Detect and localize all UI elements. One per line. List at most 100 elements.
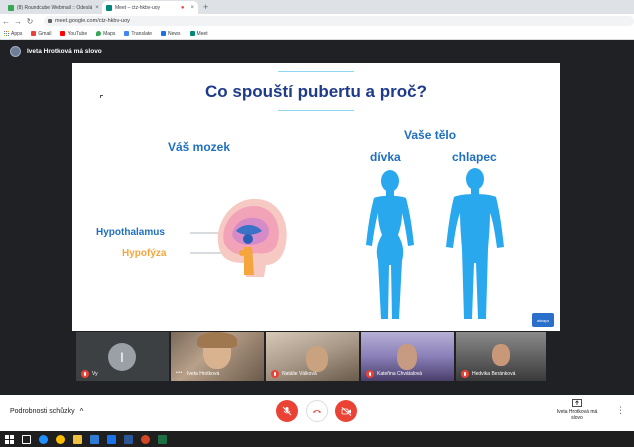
mic-off-icon — [461, 370, 469, 378]
task-view-icon[interactable] — [22, 434, 31, 444]
participant-name: Natálie Válková — [282, 371, 317, 377]
address-toolbar: ← → ↻ meet.google.com/ctz-hkbv-uoy — [0, 14, 634, 28]
participant-video-face — [397, 344, 417, 370]
browser-tab-strip: (8) Roundcube Webmail :: Odeslá × Meet –… — [0, 0, 634, 14]
presentation-slide: Co spouští pubertu a proč? Váš mozek Vaš… — [72, 63, 560, 331]
excel-icon[interactable] — [158, 434, 167, 444]
participant-tile-natalie[interactable]: Natálie Válková — [266, 332, 359, 381]
presenting-button[interactable]: Iveta Hrotková má slovo — [552, 399, 602, 421]
brand-text: always — [536, 317, 550, 323]
meet-icon — [106, 4, 112, 11]
bookmark-youtube[interactable]: YouTube — [60, 31, 87, 37]
file-explorer-icon[interactable] — [73, 434, 82, 444]
mail-icon[interactable] — [107, 434, 116, 444]
os-taskbar — [0, 431, 634, 447]
bookmark-apps[interactable]: Apps — [4, 31, 22, 37]
always-logo: always — [532, 313, 554, 327]
news-icon — [161, 31, 167, 36]
meeting-details-button[interactable]: Podrobnosti schůzky ^ — [10, 407, 83, 416]
reload-icon[interactable]: ↻ — [24, 17, 36, 26]
bookmark-news[interactable]: News — [161, 31, 181, 37]
boy-label: chlapec — [452, 150, 497, 164]
participant-name: Vy — [92, 371, 98, 377]
participant-tile-hedvika[interactable]: Hedvika Beránková — [456, 332, 546, 381]
girl-silhouette — [366, 170, 414, 319]
leave-call-button[interactable] — [306, 400, 328, 422]
presenter-name: Iveta Hrotková má slovo — [27, 48, 102, 55]
edge-icon[interactable] — [39, 434, 48, 444]
boy-silhouette — [446, 168, 504, 319]
chrome-icon[interactable] — [56, 434, 65, 444]
word-icon[interactable] — [124, 434, 133, 444]
lock-icon — [48, 19, 52, 23]
tab-meet[interactable]: Meet – ctz-hkbv-uoy ● × — [102, 1, 198, 14]
bookmark-label: Maps — [103, 30, 116, 37]
speaking-indicator: ••• — [176, 370, 183, 376]
decor-line-bottom — [278, 110, 354, 111]
avatar — [10, 46, 21, 57]
present-screen-icon — [572, 399, 582, 407]
close-icon[interactable]: × — [95, 5, 99, 11]
gmail-icon — [31, 31, 37, 36]
bookmark-label: YouTube — [67, 30, 88, 37]
more-options-icon[interactable]: ⋮ — [616, 405, 625, 416]
bookmark-label: News — [168, 30, 181, 37]
participant-name: Iveta Hrotková — [187, 371, 220, 377]
chevron-up-icon: ^ — [79, 407, 84, 416]
mic-off-icon — [271, 370, 279, 378]
meet-icon — [189, 31, 195, 36]
avatar: I — [108, 343, 136, 371]
back-icon[interactable]: ← — [0, 17, 12, 26]
store-icon[interactable] — [90, 434, 99, 444]
windows-start-icon[interactable] — [5, 434, 14, 444]
camera-toggle-button[interactable] — [335, 400, 357, 422]
meeting-details-label: Podrobnosti schůzky — [10, 408, 75, 415]
bookmark-gmail[interactable]: Gmail — [31, 31, 51, 37]
powerpoint-icon[interactable] — [141, 434, 150, 444]
decor-line-top — [278, 71, 354, 72]
participant-video-face — [492, 344, 510, 366]
mic-off-icon — [366, 370, 374, 378]
tab-roundcube[interactable]: (8) Roundcube Webmail :: Odeslá × — [4, 1, 100, 14]
body-heading: Vaše tělo — [404, 128, 457, 142]
participant-video-hair — [197, 332, 237, 348]
youtube-icon — [60, 31, 66, 36]
mic-off-icon — [282, 406, 292, 416]
participant-tile-iveta[interactable]: ••• Iveta Hrotková — [171, 332, 264, 381]
participant-name: Kateřina Chvátalová — [377, 371, 423, 377]
brain-heading: Váš mozek — [168, 140, 231, 154]
tab-title: Meet – ctz-hkbv-uoy — [115, 4, 161, 11]
bookmark-meet[interactable]: Meet — [189, 30, 208, 37]
mic-off-icon — [81, 370, 89, 378]
bookmark-maps[interactable]: Maps — [96, 31, 115, 37]
camera-off-icon — [341, 406, 351, 416]
bookmark-translate[interactable]: Translate — [124, 31, 152, 37]
roundcube-icon — [8, 4, 14, 11]
slide-title: Co spouští pubertu a proč? — [205, 82, 427, 101]
hypofyza-label: Hypofýza — [122, 248, 167, 259]
bookmark-label: Apps — [11, 30, 23, 37]
bookmarks-bar: Apps Gmail YouTube Maps Translate News M… — [0, 28, 634, 40]
recording-dot-icon: ● — [180, 4, 185, 11]
forward-icon[interactable]: → — [12, 17, 24, 26]
new-tab-icon[interactable]: + — [203, 2, 208, 12]
brain-illustration — [190, 198, 287, 277]
presenting-label: Iveta Hrotková má slovo — [556, 409, 598, 421]
address-bar[interactable]: meet.google.com/ctz-hkbv-uoy — [44, 16, 634, 26]
bookmark-label: Meet — [196, 30, 208, 37]
bookmark-label: Gmail — [38, 30, 52, 37]
close-icon[interactable]: × — [190, 5, 194, 11]
participant-name: Hedvika Beránková — [472, 371, 516, 377]
apps-grid-icon — [4, 31, 9, 36]
girl-label: dívka — [370, 150, 401, 164]
hang-up-icon — [313, 410, 321, 413]
address-text: meet.google.com/ctz-hkbv-uoy — [55, 18, 130, 24]
presenter-banner: Iveta Hrotková má slovo — [10, 46, 102, 57]
participant-tile-self[interactable]: I Vy — [76, 332, 169, 381]
participant-tile-katerina[interactable]: Kateřina Chvátalová — [361, 332, 454, 381]
tab-title: (8) Roundcube Webmail :: Odeslá — [17, 4, 93, 11]
microphone-toggle-button[interactable] — [276, 400, 298, 422]
meet-control-bar: Podrobnosti schůzky ^ Iveta Hrotková má … — [0, 395, 634, 431]
bookmark-label: Translate — [131, 30, 153, 37]
translate-icon — [124, 31, 130, 36]
